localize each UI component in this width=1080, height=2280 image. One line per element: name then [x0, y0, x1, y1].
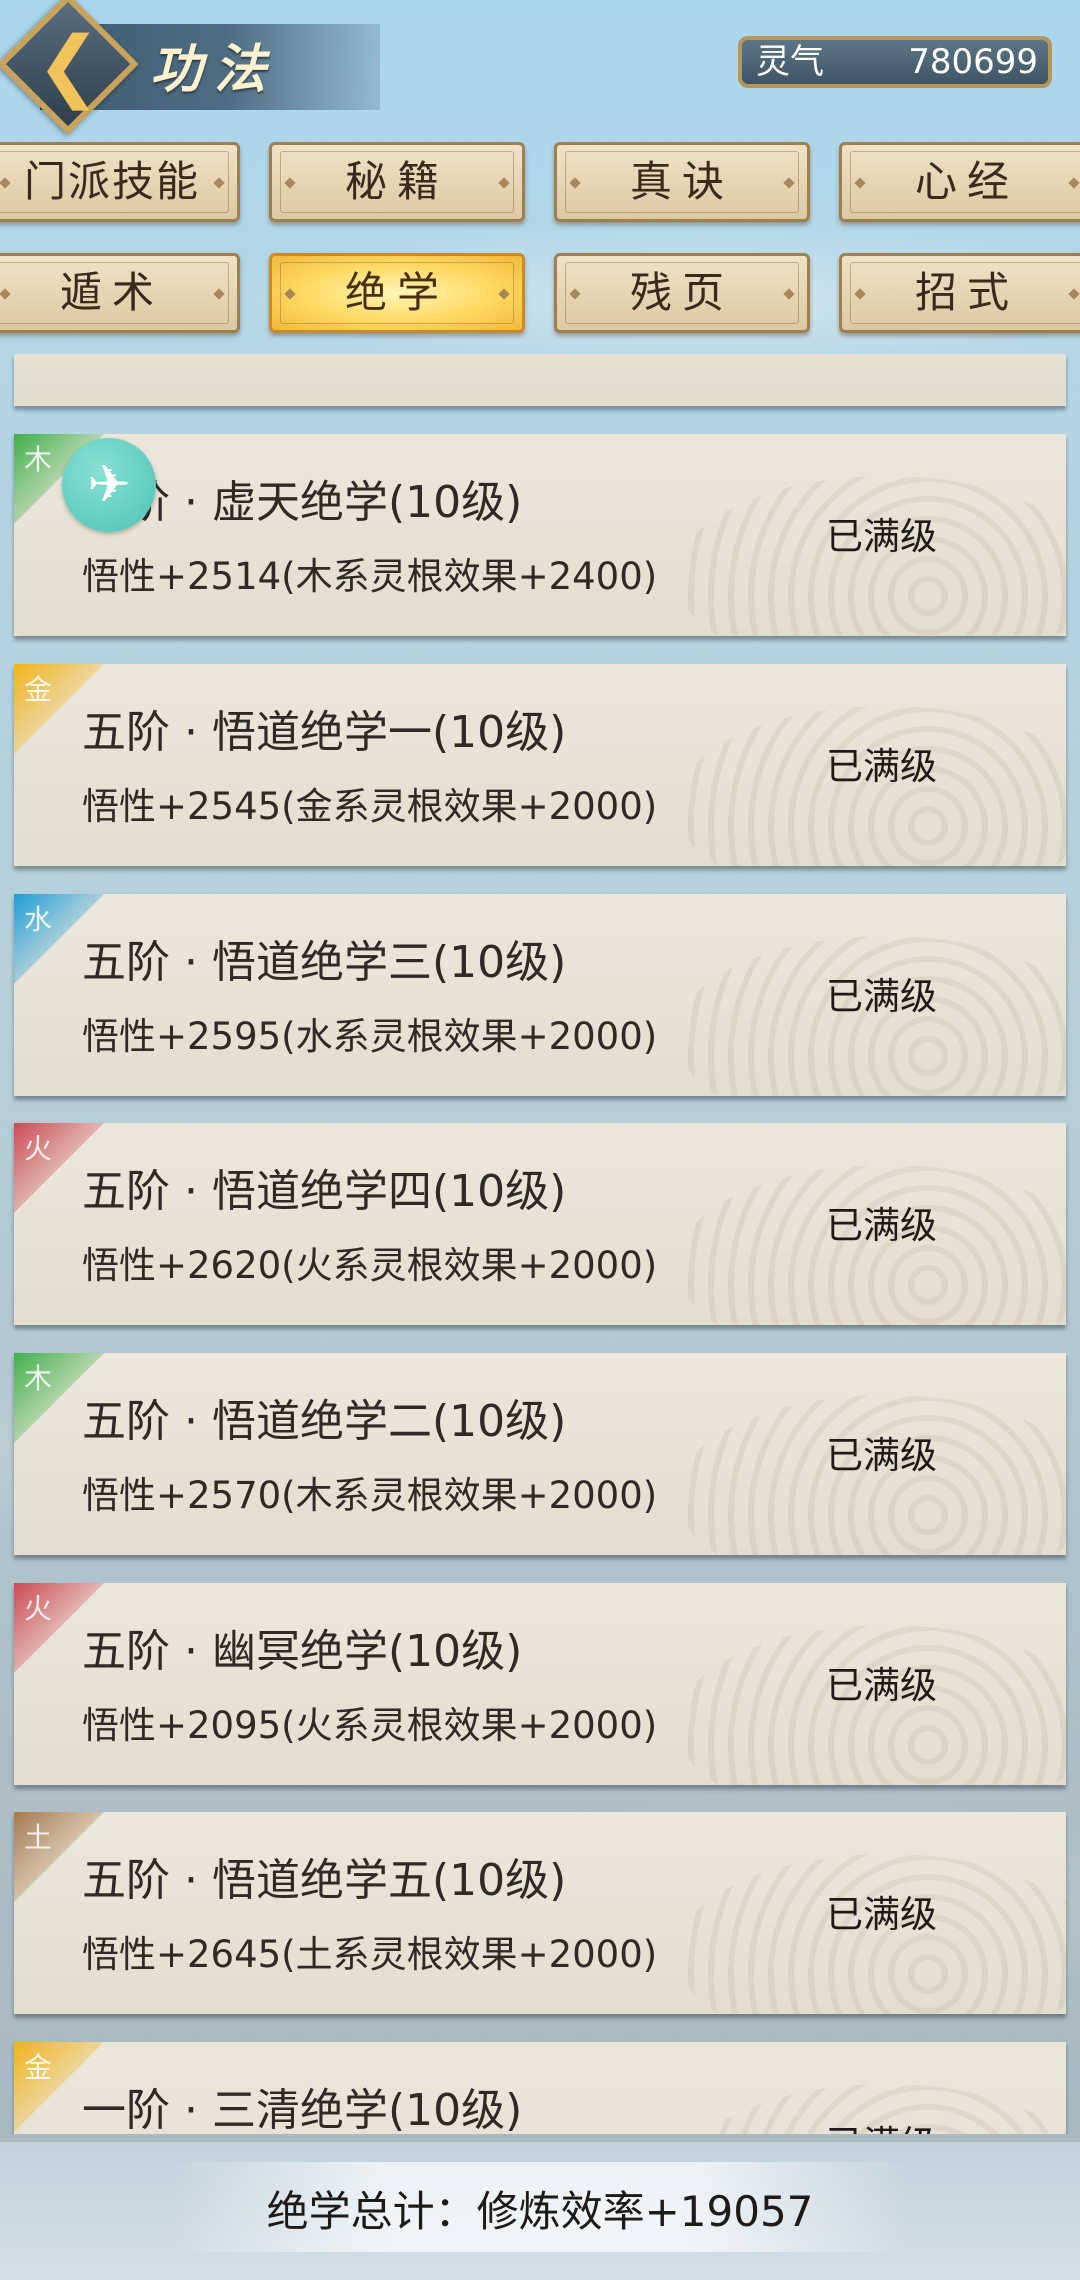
item-effect: 悟性+2595(水系灵根效果+2000) — [82, 1015, 658, 1058]
rocket-icon[interactable]: ✈ — [62, 438, 156, 532]
tab-label: 门派技能 — [23, 157, 200, 206]
item-effect: 悟性+2570(木系灵根效果+2000) — [82, 1474, 658, 1517]
list-item-partial[interactable] — [14, 354, 1066, 406]
tab-label: 遁术 — [59, 268, 164, 317]
item-status: 已满级 — [826, 745, 937, 788]
tab-heart-sutra[interactable]: 心经 — [839, 142, 1080, 222]
list-item[interactable]: 土 五阶 · 悟道绝学五(10级) 悟性+2645(土系灵根效果+2000) 已… — [14, 1812, 1066, 2014]
element-badge: 水 — [24, 903, 53, 936]
item-name: 五阶 · 悟道绝学二(10级) — [82, 1396, 567, 1447]
qi-counter: 灵气 780699 — [738, 36, 1052, 88]
element-badge: 金 — [24, 2051, 53, 2084]
element-badge: 木 — [24, 1362, 53, 1395]
element-badge: 土 — [24, 1821, 53, 1854]
item-effect: 悟性+2620(火系灵根效果+2000) — [82, 1244, 658, 1287]
tab-moves[interactable]: 招式 — [839, 253, 1080, 333]
item-effect: 悟性+2095(火系灵根效果+2000) — [82, 1704, 658, 1747]
list-item[interactable]: 金 五阶 · 悟道绝学一(10级) 悟性+2545(金系灵根效果+2000) 已… — [14, 664, 1066, 866]
item-status: 已满级 — [826, 1204, 937, 1247]
skill-list[interactable]: 木 五阶 · 虚天绝学(10级) 悟性+2514(木系灵根效果+2400) 已满… — [0, 354, 1080, 2134]
tab-label: 绝学 — [344, 268, 449, 317]
page-title: 功法 — [150, 39, 279, 100]
item-status: 已满级 — [826, 1893, 937, 1936]
element-badge: 金 — [24, 673, 53, 706]
item-effect: 悟性+2514(木系灵根效果+2400) — [82, 555, 658, 598]
item-name: 五阶 · 悟道绝学三(10级) — [82, 937, 567, 988]
footer: 绝学总计：修炼效率+19057 — [0, 2142, 1080, 2280]
element-badge: 火 — [24, 1132, 53, 1165]
tab-menpai-skills[interactable]: 门派技能 — [0, 142, 240, 222]
tab-true-arts[interactable]: 真诀 — [554, 142, 810, 222]
item-effect: 悟性+2545(金系灵根效果+2000) — [82, 785, 658, 828]
tab-remnant-pages[interactable]: 残页 — [554, 253, 810, 333]
tab-label: 招式 — [914, 268, 1019, 317]
list-item[interactable]: 火 五阶 · 悟道绝学四(10级) 悟性+2620(火系灵根效果+2000) 已… — [14, 1123, 1066, 1325]
list-item[interactable]: 金 一阶 · 三清绝学(10级) 已满级 — [14, 2042, 1066, 2134]
back-arrow-icon[interactable]: ❮ — [36, 26, 101, 106]
qi-value: 780699 — [908, 42, 1038, 82]
item-name: 五阶 · 悟道绝学五(10级) — [82, 1855, 567, 1906]
list-item[interactable]: 木 五阶 · 虚天绝学(10级) 悟性+2514(木系灵根效果+2400) 已满… — [14, 434, 1066, 636]
item-status: 已满级 — [826, 1434, 937, 1477]
total-summary: 绝学总计：修炼效率+19057 — [266, 2187, 814, 2236]
item-name: 五阶 · 悟道绝学一(10级) — [82, 707, 567, 758]
item-status: 已满级 — [826, 515, 937, 558]
item-status: 已满级 — [826, 975, 937, 1018]
qi-label: 灵气 — [756, 42, 824, 82]
element-badge: 火 — [24, 1592, 53, 1625]
list-item[interactable]: 水 五阶 · 悟道绝学三(10级) 悟性+2595(水系灵根效果+2000) 已… — [14, 894, 1066, 1096]
tab-label: 残页 — [629, 268, 734, 317]
item-name: 一阶 · 三清绝学(10级) — [82, 2085, 523, 2134]
list-item[interactable]: 火 五阶 · 幽冥绝学(10级) 悟性+2095(火系灵根效果+2000) 已满… — [14, 1583, 1066, 1785]
tab-ultimate-arts[interactable]: 绝学 — [269, 253, 525, 333]
item-name: 五阶 · 悟道绝学四(10级) — [82, 1166, 567, 1217]
element-badge: 木 — [24, 443, 53, 476]
tab-escape-arts[interactable]: 遁术 — [0, 253, 240, 333]
tab-label: 真诀 — [629, 157, 734, 206]
tab-secret-books[interactable]: 秘籍 — [269, 142, 525, 222]
item-status: 已满级 — [826, 1664, 937, 1707]
item-effect: 悟性+2645(土系灵根效果+2000) — [82, 1933, 658, 1976]
tab-label: 心经 — [914, 157, 1019, 206]
tab-label: 秘籍 — [344, 157, 449, 206]
item-status: 已满级 — [826, 2114, 937, 2134]
list-item[interactable]: 木 五阶 · 悟道绝学二(10级) 悟性+2570(木系灵根效果+2000) 已… — [14, 1353, 1066, 1555]
item-name: 五阶 · 幽冥绝学(10级) — [82, 1626, 523, 1677]
